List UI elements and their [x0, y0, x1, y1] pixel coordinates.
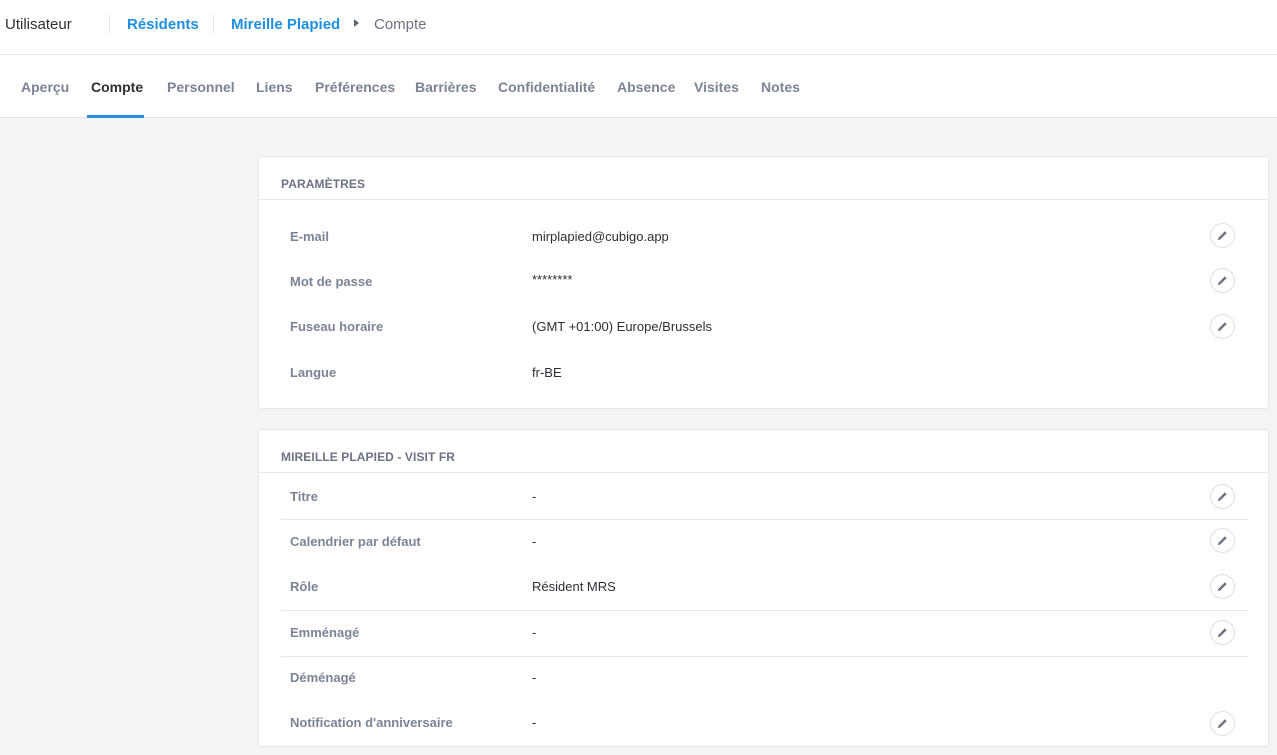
row-value: (GMT +01:00) Europe/Brussels [532, 319, 713, 334]
row-value: ******** [532, 272, 573, 287]
tab-confidentialite[interactable]: Confidentialité [498, 79, 595, 95]
pencil-icon [1217, 231, 1227, 241]
row-value: Résident MRS [532, 579, 616, 594]
settings-row-email: E-mail mirplapied@cubigo.app [281, 214, 1248, 260]
pencil-icon [1217, 276, 1227, 286]
pencil-icon [1217, 582, 1227, 592]
site-card-header: MIREILLE PLAPIED - VISIT FR [259, 430, 1268, 473]
app-title: Utilisateur [5, 16, 72, 33]
site-row-birthday-notification: Notification d'anniversaire - [281, 702, 1248, 748]
site-row-default-calendar: Calendrier par défaut - [281, 520, 1248, 566]
settings-row-password: Mot de passe ******** [281, 259, 1248, 305]
edit-password-button[interactable] [1210, 268, 1235, 293]
tabs-bar: Aperçu Compte Personnel Liens Préférence… [0, 55, 1277, 118]
row-label: Titre [290, 489, 318, 504]
row-label: Notification d'anniversaire [290, 715, 453, 730]
site-row-moved-in: Emménagé - [281, 611, 1248, 657]
site-card: MIREILLE PLAPIED - VISIT FR Titre - Cale… [258, 429, 1269, 747]
pencil-icon [1217, 322, 1227, 332]
site-card-title: MIREILLE PLAPIED - VISIT FR [281, 450, 456, 464]
edit-email-button[interactable] [1210, 223, 1235, 248]
edit-birthday-notification-button[interactable] [1210, 711, 1235, 736]
row-value: mirplapied@cubigo.app [532, 229, 669, 244]
top-bar: Utilisateur Résidents Mireille Plapied C… [0, 0, 1277, 55]
tab-preferences[interactable]: Préférences [315, 79, 395, 95]
breadcrumb-person-link[interactable]: Mireille Plapied [231, 16, 340, 33]
site-row-role: Rôle Résident MRS [281, 565, 1248, 611]
tab-apercu[interactable]: Aperçu [21, 79, 69, 95]
tab-liens[interactable]: Liens [256, 79, 293, 95]
settings-row-language: Langue fr-BE [281, 351, 1248, 397]
tab-visites[interactable]: Visites [694, 79, 739, 95]
breadcrumb-current: Compte [374, 16, 427, 33]
tab-barrieres[interactable]: Barrières [415, 79, 477, 95]
tab-compte[interactable]: Compte [91, 79, 143, 95]
row-label: Rôle [290, 579, 319, 594]
row-value: - [532, 715, 537, 730]
settings-card-title: PARAMÈTRES [281, 177, 366, 191]
pencil-icon [1217, 719, 1227, 729]
edit-moved-in-button[interactable] [1210, 620, 1235, 645]
site-row-moved-out: Déménagé - [281, 657, 1248, 703]
row-label: Déménagé [290, 670, 356, 685]
row-label: Mot de passe [290, 274, 373, 289]
pencil-icon [1217, 628, 1227, 638]
tab-personnel[interactable]: Personnel [167, 79, 235, 95]
caret-right-icon [354, 19, 359, 27]
breadcrumb-residents-link[interactable]: Résidents [127, 16, 199, 33]
row-value: - [532, 534, 537, 549]
settings-row-timezone: Fuseau horaire (GMT +01:00) Europe/Bruss… [281, 305, 1248, 351]
pencil-icon [1217, 492, 1227, 502]
edit-title-button[interactable] [1210, 484, 1235, 509]
active-tab-indicator [87, 115, 144, 118]
row-label: Langue [290, 365, 337, 380]
tab-notes[interactable]: Notes [761, 79, 800, 95]
edit-role-button[interactable] [1210, 574, 1235, 599]
edit-default-calendar-button[interactable] [1210, 528, 1235, 553]
settings-card: PARAMÈTRES E-mail mirplapied@cubigo.app … [258, 156, 1269, 409]
pencil-icon [1217, 536, 1227, 546]
site-row-title: Titre - [281, 474, 1248, 520]
divider [109, 15, 110, 33]
divider [213, 15, 214, 33]
settings-card-header: PARAMÈTRES [259, 157, 1268, 200]
row-label: Fuseau horaire [290, 319, 384, 334]
row-value: - [532, 489, 537, 504]
row-value: - [532, 670, 537, 685]
row-label: Calendrier par défaut [290, 534, 421, 549]
edit-timezone-button[interactable] [1210, 314, 1235, 339]
row-value: - [532, 625, 537, 640]
row-value: fr-BE [532, 365, 562, 380]
row-label: E-mail [290, 229, 330, 244]
tab-absence[interactable]: Absence [617, 79, 675, 95]
row-label: Emménagé [290, 625, 360, 640]
